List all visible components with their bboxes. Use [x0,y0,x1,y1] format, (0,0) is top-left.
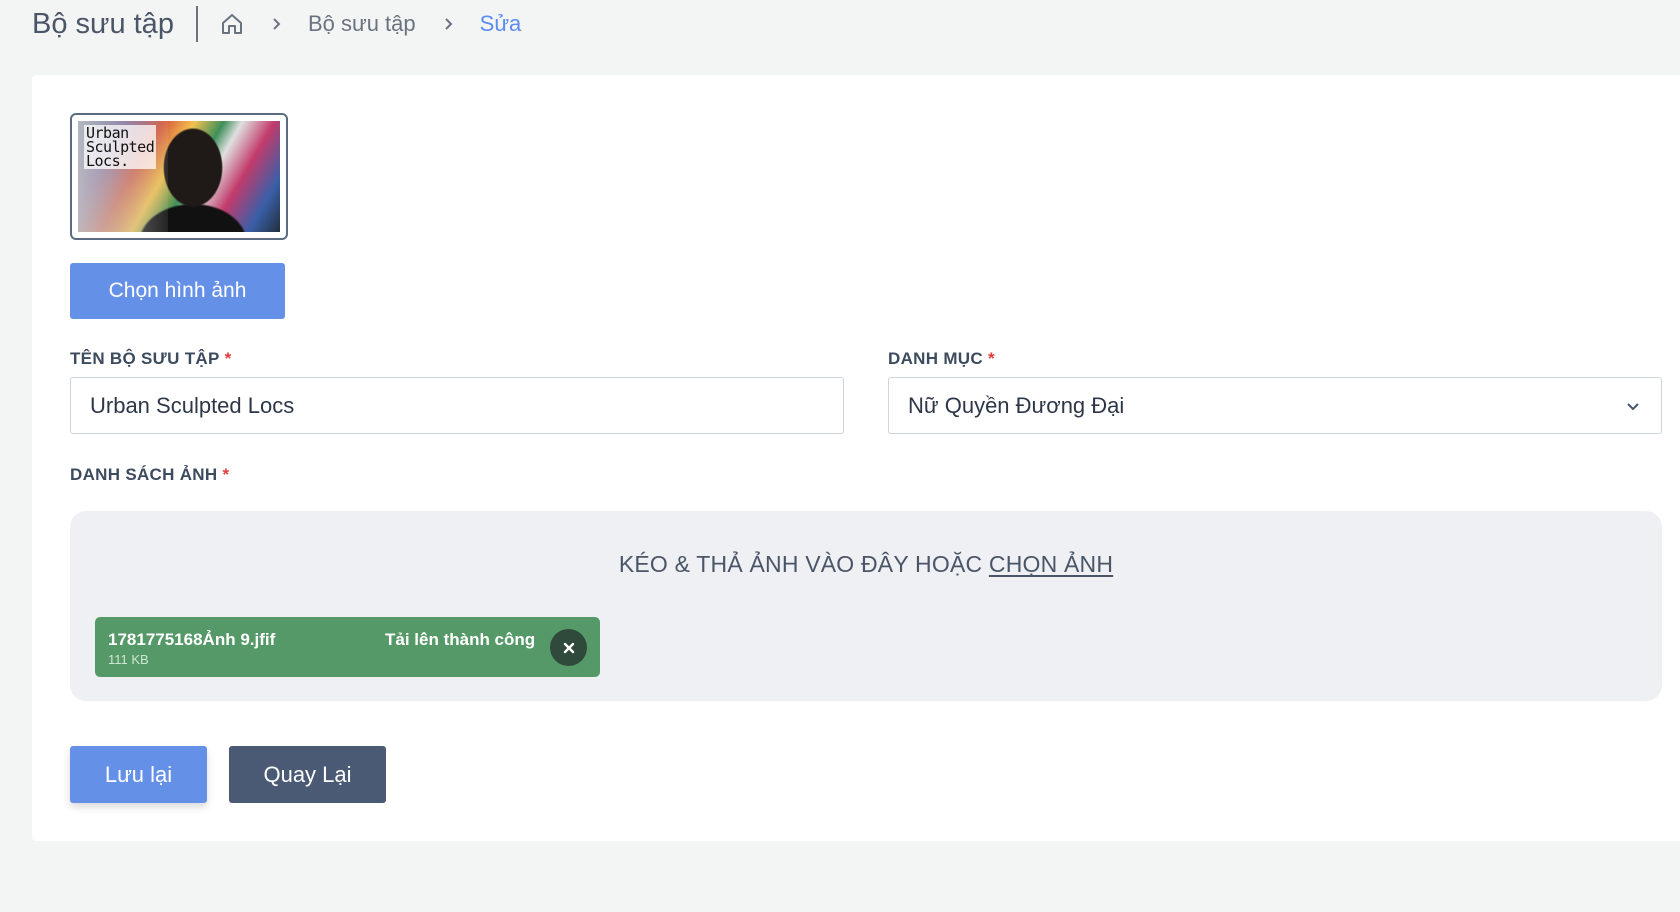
header-divider [195,6,198,42]
chevron-right-icon [268,16,284,32]
category-select[interactable]: Nữ Quyền Đương Đại [888,377,1662,434]
upload-status: Tải lên thành công [385,630,536,649]
page-title: Bộ sưu tập [32,8,174,40]
dropzone-instructions: KÉO & THẢ ẢNH VÀO ĐÂY HOẶC CHỌN ẢNH [618,551,1114,577]
chevron-right-icon [440,16,456,32]
breadcrumb-item-collections[interactable]: Bộ sưu tập [308,11,416,37]
edit-collection-card: Urban Sculpted Locs. Chọn hình ảnh TÊN B… [32,75,1680,841]
breadcrumb-item-edit: Sửa [479,11,522,36]
file-size: 111 KB [108,652,149,667]
name-label: TÊN BỘ SƯU TẬP * [70,349,232,368]
choose-image-link[interactable]: CHỌN ẢNH [989,551,1113,577]
image-list-label: DANH SÁCH ẢNH * [70,465,230,484]
page-header: Bộ sưu tập Bộ sưu tập Sửa [32,0,521,48]
required-mark: * [224,349,232,368]
chevron-down-icon [1625,398,1641,414]
required-mark: * [987,349,995,368]
save-button[interactable]: Lưu lại [70,746,207,803]
thumbnail-overlay-text: Urban Sculpted Locs. [84,124,157,170]
home-icon[interactable] [220,12,244,36]
category-label: DANH MỤC * [888,349,995,368]
choose-image-button[interactable]: Chọn hình ảnh [70,263,285,319]
required-mark: * [222,465,230,484]
remove-file-button[interactable] [550,629,587,666]
image-dropzone[interactable]: KÉO & THẢ ẢNH VÀO ĐÂY HOẶC CHỌN ẢNH 1781… [70,511,1662,701]
thumbnail-image: Urban Sculpted Locs. [78,121,280,232]
collection-name-input[interactable] [70,377,844,434]
category-selected-value: Nữ Quyền Đương Đại [908,392,1125,418]
breadcrumb: Bộ sưu tập Sửa [220,11,521,37]
back-button[interactable]: Quay Lại [229,746,386,803]
uploaded-file-item: 1781775168Ảnh 9.jfif 111 KB Tải lên thàn… [95,617,600,677]
close-icon [563,642,574,653]
file-name: 1781775168Ảnh 9.jfif [108,630,276,649]
collection-thumbnail: Urban Sculpted Locs. [70,113,288,240]
